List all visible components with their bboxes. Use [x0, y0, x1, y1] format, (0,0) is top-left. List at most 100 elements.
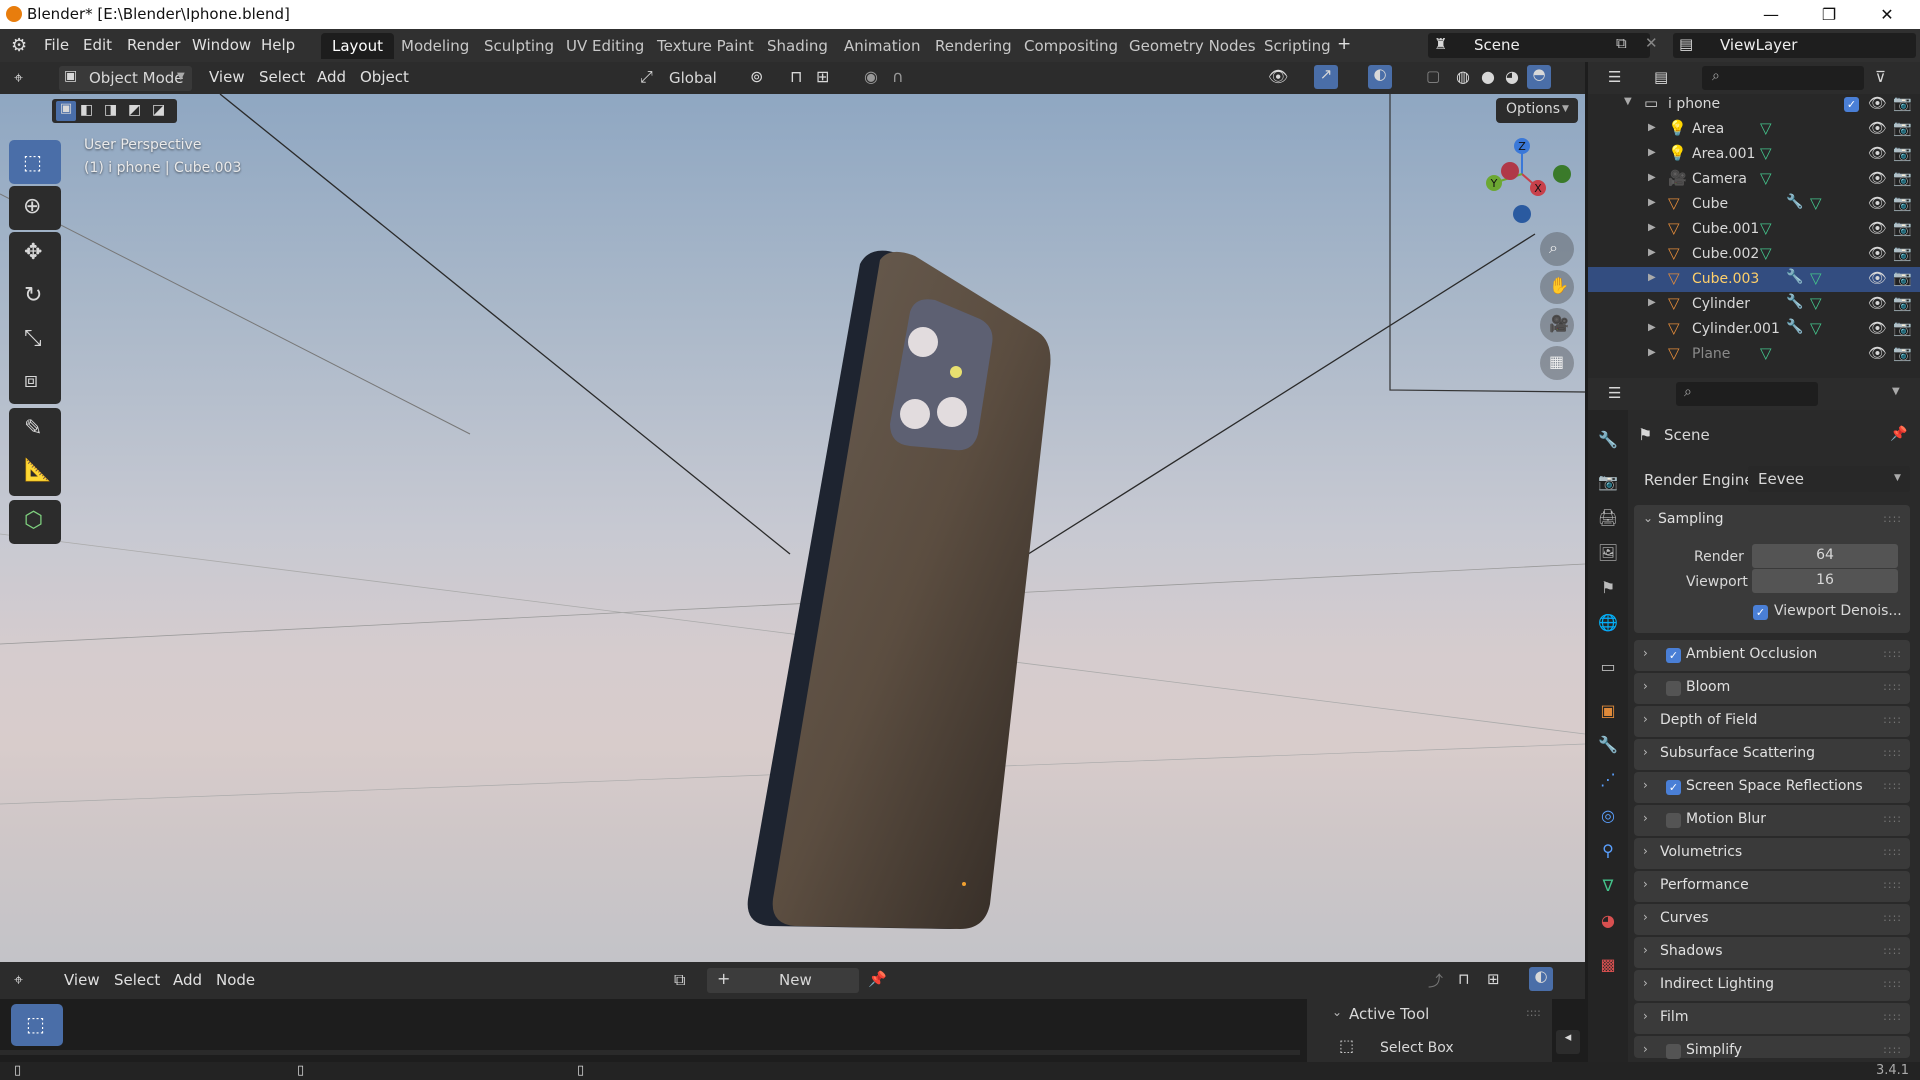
- camera-render-icon[interactable]: 📷: [1893, 119, 1912, 137]
- eye-icon[interactable]: 👁: [1868, 344, 1887, 362]
- tab-modeling[interactable]: Modeling: [390, 33, 480, 59]
- viewport-denoise-checkbox[interactable]: ✓: [1753, 605, 1768, 620]
- physics-tab-icon[interactable]: ◎: [1597, 806, 1619, 828]
- viewport-samples-field[interactable]: 16: [1752, 569, 1898, 593]
- collection-include-checkbox[interactable]: ✓: [1844, 97, 1859, 112]
- 3d-viewport[interactable]: ⬚ ⊕ ✥ ↻ ⤡ ⧈ ✎ 📐 ⬡ ▣ ◧ ◨ ◩ ◪ User Perspec…: [0, 94, 1585, 962]
- drag-grip-icon[interactable]: ::::: [1526, 1006, 1541, 1019]
- camera-render-icon[interactable]: 📷: [1893, 169, 1912, 187]
- properties-panel[interactable]: › Indirect Lighting::::: [1634, 970, 1910, 1001]
- chevron-right-icon[interactable]: ›: [1643, 1009, 1648, 1023]
- viewport-menu-object[interactable]: Object: [360, 68, 409, 86]
- mode-dropdown[interactable]: ▣ Object Mode ▼: [59, 66, 192, 91]
- sidebar-toggle-icon[interactable]: ◂: [1556, 1030, 1580, 1054]
- camera-render-icon[interactable]: 📷: [1893, 144, 1912, 162]
- phone-object[interactable]: [740, 184, 1060, 954]
- node-editor-type-icon[interactable]: ⌖: [14, 970, 23, 990]
- properties-panel[interactable]: › Film::::: [1634, 1003, 1910, 1034]
- node-menu-node[interactable]: Node: [216, 971, 255, 989]
- camera-render-icon[interactable]: 📷: [1893, 94, 1912, 112]
- material-tab-icon[interactable]: ◕: [1597, 911, 1619, 933]
- menu-file[interactable]: File: [44, 36, 69, 54]
- chevron-right-icon[interactable]: ›: [1643, 712, 1648, 726]
- drag-grip-icon[interactable]: ::::: [1883, 647, 1902, 660]
- tab-shading[interactable]: Shading: [756, 33, 839, 59]
- chevron-right-icon[interactable]: ▶: [1648, 247, 1656, 258]
- chevron-right-icon[interactable]: ▶: [1648, 222, 1656, 233]
- editor-type-icon[interactable]: ⌖: [14, 68, 23, 88]
- pan-hand-icon[interactable]: ✋: [1540, 270, 1574, 304]
- pin-icon[interactable]: 📌: [1890, 426, 1907, 442]
- eye-icon[interactable]: 👁: [1868, 319, 1887, 337]
- outliner-item[interactable]: ▶ 💡 Area ▽ 👁 📷: [1588, 117, 1920, 142]
- scene-remove-icon[interactable]: ✕: [1645, 34, 1658, 52]
- properties-panel[interactable]: › ✓ Ambient Occlusion::::: [1634, 640, 1910, 671]
- panel-enable-checkbox[interactable]: ✓: [1666, 780, 1681, 795]
- rotate-icon[interactable]: ↻: [24, 283, 42, 308]
- minimize-button[interactable]: —: [1748, 2, 1794, 28]
- eye-icon[interactable]: 👁: [1868, 144, 1887, 162]
- material-shading-icon[interactable]: ◕: [1505, 67, 1519, 86]
- move-icon[interactable]: ✥: [24, 240, 42, 265]
- outliner-item[interactable]: ▶ 🎥 Camera ▽ 👁 📷: [1588, 167, 1920, 192]
- modifier-icon[interactable]: 🔧: [1786, 319, 1803, 335]
- solid-shading-icon[interactable]: ●: [1481, 67, 1495, 86]
- menu-window[interactable]: Window: [192, 36, 251, 54]
- chevron-right-icon[interactable]: ▶: [1648, 297, 1656, 308]
- particles-tab-icon[interactable]: ⋰: [1597, 770, 1619, 792]
- camera-render-icon[interactable]: 📷: [1893, 319, 1912, 337]
- ortho-grid-icon[interactable]: ▦: [1540, 346, 1574, 380]
- chevron-right-icon[interactable]: ›: [1643, 943, 1648, 957]
- outliner-item[interactable]: ▶ ▽ Cube.003 🔧 ▽ 👁 📷: [1588, 267, 1920, 292]
- panel-enable-checkbox[interactable]: ✓: [1666, 648, 1681, 663]
- chevron-right-icon[interactable]: ▶: [1648, 322, 1656, 333]
- tab-compositing[interactable]: Compositing: [1013, 33, 1129, 59]
- navigation-gizmo[interactable]: Z X Y: [1470, 134, 1580, 224]
- camera-render-icon[interactable]: 📷: [1893, 219, 1912, 237]
- properties-panel[interactable]: › Shadows::::: [1634, 937, 1910, 968]
- parent-node-icon[interactable]: ⤴: [1428, 970, 1443, 991]
- options-dropdown[interactable]: Options ▼: [1496, 98, 1578, 123]
- visibility-icon[interactable]: 👁: [1268, 67, 1288, 86]
- chevron-right-icon[interactable]: ›: [1643, 877, 1648, 891]
- chevron-down-icon[interactable]: ⌄: [1643, 511, 1653, 525]
- overlay-toggle-icon[interactable]: ◐: [1368, 65, 1392, 89]
- select-intersect-icon[interactable]: ◪: [152, 102, 165, 118]
- chevron-right-icon[interactable]: ▶: [1648, 122, 1656, 133]
- viewport-menu-select[interactable]: Select: [259, 68, 305, 86]
- chevron-right-icon[interactable]: ›: [1643, 976, 1648, 990]
- properties-panel[interactable]: › Performance::::: [1634, 871, 1910, 902]
- cursor-tool[interactable]: ⊕: [9, 186, 61, 230]
- menu-edit[interactable]: Edit: [83, 36, 112, 54]
- modifier-icon[interactable]: 🔧: [1786, 194, 1803, 210]
- tab-uv-editing[interactable]: UV Editing: [555, 33, 655, 59]
- drag-grip-icon[interactable]: ::::: [1883, 944, 1902, 957]
- chevron-right-icon[interactable]: ›: [1643, 910, 1648, 924]
- panel-enable-checkbox[interactable]: [1666, 681, 1681, 696]
- render-engine-dropdown[interactable]: Eevee ▼: [1748, 466, 1910, 492]
- drag-grip-icon[interactable]: ::::: [1883, 680, 1902, 693]
- gizmo-toggle-icon[interactable]: ↗: [1314, 65, 1338, 89]
- mesh-data-icon[interactable]: ▽: [1810, 269, 1822, 287]
- outliner-item[interactable]: ▶ ▽ Cube.002 ▽ 👁 📷: [1588, 242, 1920, 267]
- drag-grip-icon[interactable]: ::::: [1883, 1010, 1902, 1023]
- properties-search-input[interactable]: ⌕: [1676, 382, 1818, 406]
- annotate-icon[interactable]: ✎: [24, 416, 42, 441]
- mesh-data-icon[interactable]: ▽: [1760, 244, 1772, 262]
- chevron-right-icon[interactable]: ›: [1643, 646, 1648, 660]
- select-box-tool[interactable]: ⬚: [9, 140, 61, 184]
- xray-icon[interactable]: ▢: [1426, 67, 1440, 85]
- node-tree-type-icon[interactable]: ⧉: [674, 970, 685, 990]
- chevron-right-icon[interactable]: ›: [1643, 679, 1648, 693]
- eye-icon[interactable]: 👁: [1868, 244, 1887, 262]
- menu-render[interactable]: Render: [127, 36, 180, 54]
- outliner-search-input[interactable]: ⌕: [1702, 66, 1864, 90]
- camera-render-icon[interactable]: 📷: [1893, 294, 1912, 312]
- mesh-data-icon[interactable]: ▽: [1760, 144, 1772, 162]
- chevron-down-icon[interactable]: ⌄: [1332, 1005, 1342, 1019]
- rendered-shading-icon[interactable]: ◓: [1527, 65, 1551, 89]
- drag-grip-icon[interactable]: ::::: [1883, 878, 1902, 891]
- constraints-tab-icon[interactable]: ⚲: [1597, 841, 1619, 863]
- chevron-right-icon[interactable]: ▶: [1648, 172, 1656, 183]
- viewport-menu-view[interactable]: View: [209, 68, 245, 86]
